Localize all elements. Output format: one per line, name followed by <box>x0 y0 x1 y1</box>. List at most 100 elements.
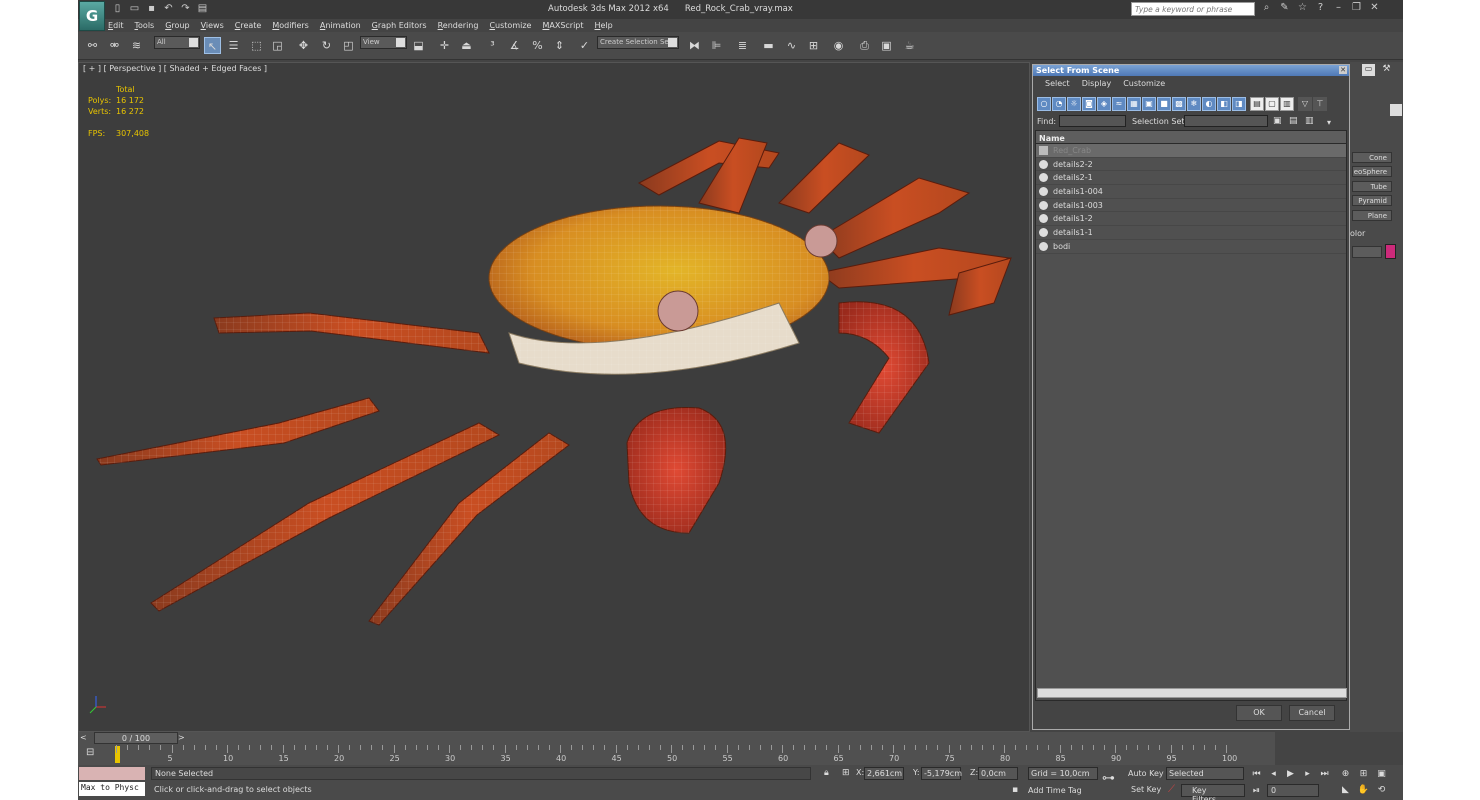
display-bones-icon[interactable]: ■ <box>1157 97 1171 111</box>
rotate-icon[interactable]: ↻ <box>318 37 335 54</box>
menu-maxscript[interactable]: MAXScript <box>542 21 583 32</box>
edit-set-icon[interactable]: ▤ <box>1289 116 1298 126</box>
selection-set-dropdown[interactable] <box>1184 115 1268 127</box>
bind-spacewarp-icon[interactable]: ≋ <box>128 37 145 54</box>
x-coordinate-field[interactable]: 2,661cm <box>864 767 904 780</box>
select-set-icon[interactable]: ▣ <box>1273 116 1282 126</box>
menu-animation[interactable]: Animation <box>320 21 361 32</box>
hierarchy-icon[interactable]: ⊤ <box>1313 97 1327 111</box>
cancel-button[interactable]: Cancel <box>1289 705 1335 721</box>
mirror-icon[interactable]: ⧓ <box>686 37 703 54</box>
mini-curve-editor-icon[interactable]: ⊟ <box>86 747 94 758</box>
list-item[interactable]: details2-2 <box>1036 158 1346 172</box>
previous-frame-icon[interactable]: ◂ <box>1267 768 1280 780</box>
edit-named-selection-icon[interactable]: ✓ <box>576 37 593 54</box>
redo-icon[interactable]: ↷ <box>180 3 191 14</box>
graphite-ribbon-icon[interactable]: ▬ <box>760 37 777 54</box>
undo-icon[interactable]: ↶ <box>163 3 174 14</box>
absolute-mode-icon[interactable]: ⊞ <box>842 768 850 778</box>
display-xrefs-icon[interactable]: ▣ <box>1142 97 1156 111</box>
auto-key-button[interactable]: Auto Key <box>1128 769 1164 778</box>
named-selection-dropdown[interactable]: Create Selection Se <box>597 36 679 49</box>
remove-set-icon[interactable]: ▥ <box>1305 116 1314 126</box>
scale-icon[interactable]: ◰ <box>340 37 357 54</box>
zoom-extents-icon[interactable]: ▣ <box>1375 768 1388 780</box>
menu-views[interactable]: Views <box>201 21 224 32</box>
key-filters-button[interactable]: Key Filters... <box>1181 784 1245 800</box>
rendered-frame-window-icon[interactable]: ▣ <box>878 37 895 54</box>
slider-prev-icon[interactable]: < <box>80 733 87 742</box>
horizontal-scrollbar[interactable] <box>1037 688 1347 698</box>
display-lights-icon[interactable]: ☼ <box>1067 97 1081 111</box>
minimize-icon[interactable]: – <box>1332 2 1345 13</box>
set-key-icon[interactable]: ⟋ <box>1168 784 1175 795</box>
key-icon[interactable]: ⊶ <box>1102 771 1115 786</box>
select-none-icon[interactable]: ▢ <box>1265 97 1279 111</box>
time-tag-icon[interactable]: ▪ <box>1012 785 1018 795</box>
ok-button[interactable]: OK <box>1236 705 1282 721</box>
restore-icon[interactable]: ❐ <box>1350 2 1363 13</box>
list-item[interactable]: details1-003 <box>1036 199 1346 213</box>
display-spacewarps-icon[interactable]: ≈ <box>1112 97 1126 111</box>
dialog-menu-select[interactable]: Select <box>1045 79 1070 91</box>
list-item[interactable]: details2-1 <box>1036 171 1346 186</box>
window-crossing-icon[interactable]: ◲ <box>269 37 286 54</box>
type-dropdown[interactable] <box>1390 104 1402 116</box>
align-icon[interactable]: ⊫ <box>708 37 725 54</box>
select-manipulate-icon[interactable]: ✛ <box>436 37 453 54</box>
project-folder-icon[interactable]: ▤ <box>197 3 208 14</box>
display-frozen-icon[interactable]: ❄ <box>1187 97 1201 111</box>
time-slider[interactable]: 0 / 100 <box>94 732 178 744</box>
pan-icon[interactable]: ✋ <box>1357 784 1370 796</box>
menu-help[interactable]: Help <box>595 21 613 32</box>
list-item[interactable]: details1-2 <box>1036 212 1346 227</box>
add-time-tag[interactable]: Add Time Tag <box>1028 786 1082 795</box>
close-icon[interactable]: ✕ <box>1368 2 1381 13</box>
keyboard-shortcut-icon[interactable]: ⏏ <box>458 37 475 54</box>
display-none-icon[interactable]: ◨ <box>1232 97 1246 111</box>
dialog-menu-customize[interactable]: Customize <box>1123 79 1165 91</box>
menu-graph-editors[interactable]: Graph Editors <box>372 21 427 32</box>
move-icon[interactable]: ✥ <box>295 37 312 54</box>
dialog-close-icon[interactable]: ✕ <box>1339 66 1347 74</box>
reference-coordinate-dropdown[interactable]: View <box>360 36 407 49</box>
select-by-name-icon[interactable]: ☰ <box>225 37 242 54</box>
key-mode-dropdown[interactable]: Selected <box>1166 767 1244 780</box>
cone-button[interactable]: Cone <box>1352 152 1392 163</box>
zoom-all-icon[interactable]: ⊞ <box>1357 768 1370 780</box>
menu-create[interactable]: Create <box>235 21 262 32</box>
key-mode-toggle-icon[interactable]: ⏯ <box>1250 785 1263 797</box>
zoom-icon[interactable]: ⊕ <box>1339 768 1352 780</box>
display-panel-icon[interactable]: ▭ <box>1362 64 1375 76</box>
percent-snap-icon[interactable]: % <box>529 37 546 54</box>
options-chevron-icon[interactable]: ▾ <box>1327 118 1331 127</box>
find-input[interactable] <box>1059 115 1126 127</box>
display-all-icon[interactable]: ◧ <box>1217 97 1231 111</box>
link-icon[interactable]: ⚯ <box>84 37 101 54</box>
menu-tools[interactable]: Tools <box>135 21 155 32</box>
angle-snap-icon[interactable]: ∡ <box>506 37 523 54</box>
name-column-header[interactable]: Name <box>1036 131 1346 144</box>
plane-button[interactable]: Plane <box>1352 210 1392 221</box>
display-containers-icon[interactable]: ▩ <box>1172 97 1186 111</box>
curve-editor-icon[interactable]: ∿ <box>783 37 800 54</box>
display-helpers-icon[interactable]: ◈ <box>1097 97 1111 111</box>
object-name-field[interactable] <box>1352 246 1382 258</box>
save-icon[interactable]: ▪ <box>146 3 157 14</box>
search-input[interactable]: Type a keyword or phrase <box>1131 2 1255 16</box>
timeline-ruler[interactable]: 5 10 15 20 25 30 35 40 45 50 55 60 65 70 75 80 85 90 95 100 <box>112 745 1242 765</box>
list-item[interactable]: details1-1 <box>1036 226 1346 240</box>
lock-icon[interactable]: 🔒︎ <box>824 768 829 778</box>
perspective-viewport[interactable]: [ + ] [ Perspective ] [ Shaded + Edged F… <box>78 62 1030 732</box>
maxscript-mini-listener[interactable]: Max to Physc <box>79 782 145 796</box>
selection-filter-dropdown[interactable]: All <box>154 36 200 49</box>
menu-customize[interactable]: Customize <box>489 21 531 32</box>
slider-next-icon[interactable]: > <box>178 733 185 742</box>
list-item[interactable]: details1-004 <box>1036 185 1346 199</box>
select-object-icon[interactable]: ↖ <box>204 37 221 54</box>
pivot-center-icon[interactable]: ⬓ <box>410 37 427 54</box>
binoculars-icon[interactable]: ⌕ <box>1260 2 1273 13</box>
display-cameras-icon[interactable]: ◙ <box>1082 97 1096 111</box>
select-all-icon[interactable]: ▤ <box>1250 97 1264 111</box>
schematic-view-icon[interactable]: ⊞ <box>805 37 822 54</box>
